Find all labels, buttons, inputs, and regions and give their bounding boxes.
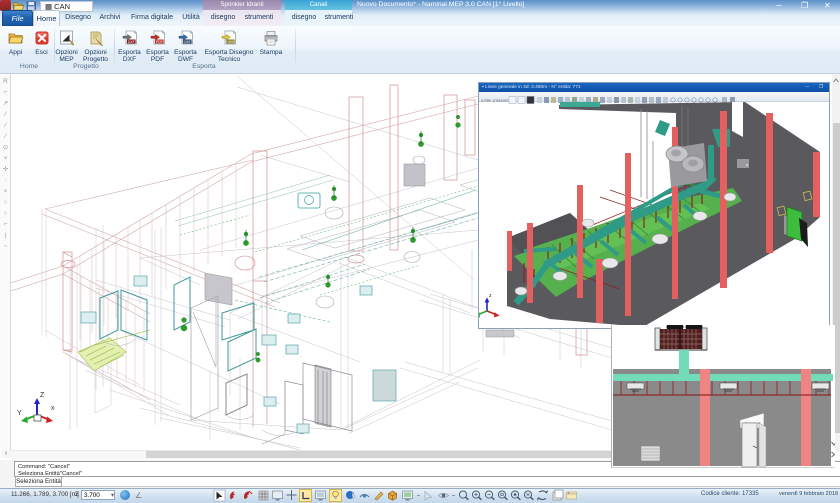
svg-text:Z: Z xyxy=(40,392,45,399)
svg-text:DWF: DWF xyxy=(183,40,190,44)
svg-text:PDF: PDF xyxy=(155,40,162,44)
svg-text:x: x xyxy=(51,405,55,412)
svg-text:Y: Y xyxy=(17,410,22,417)
svg-text:z: z xyxy=(489,293,492,299)
svg-text:DWG: DWG xyxy=(226,40,234,44)
svg-text:DXF: DXF xyxy=(127,40,134,44)
